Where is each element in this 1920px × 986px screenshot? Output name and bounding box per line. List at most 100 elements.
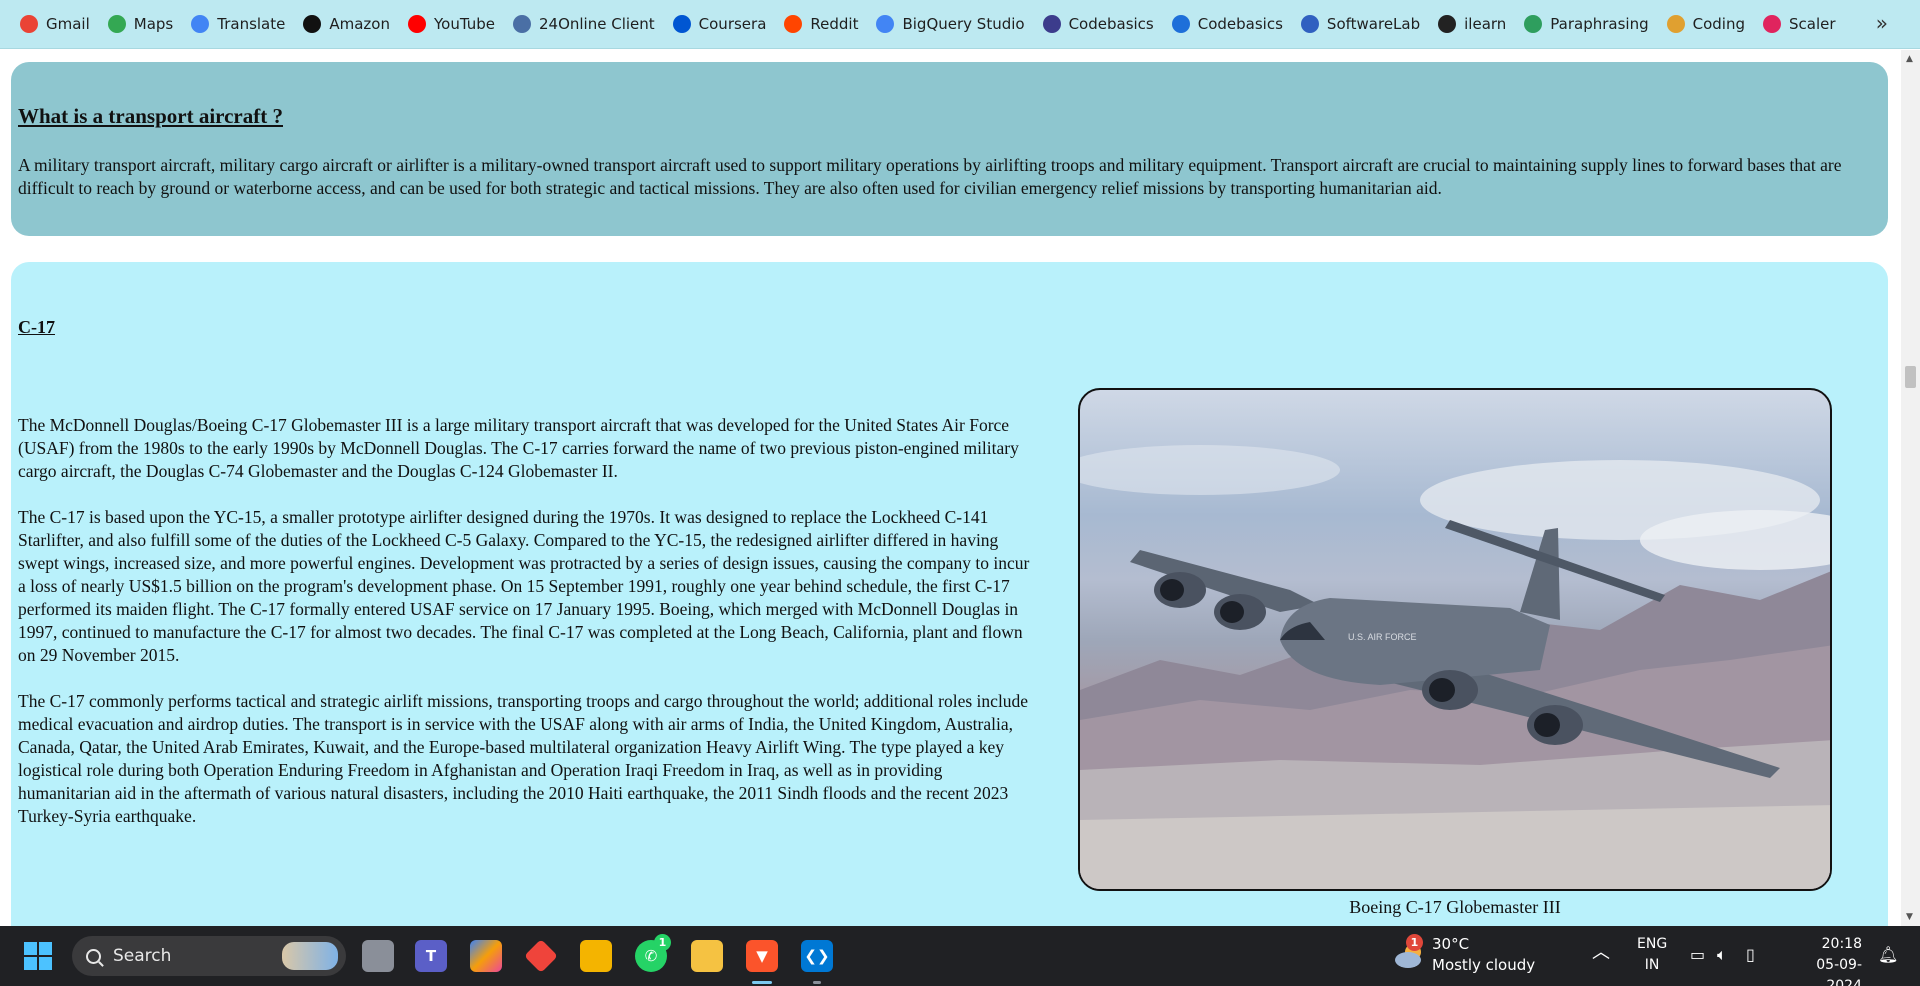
rocket-icon (1042, 15, 1061, 33)
bookmark-label: BigQuery Studio (902, 15, 1025, 33)
language-code: ENG (1637, 936, 1668, 952)
bookmark-label: SoftwareLab (1326, 15, 1421, 33)
battery-icon[interactable]: ▯ (1746, 944, 1755, 965)
bookmark-item[interactable]: 24Online Client (505, 8, 663, 40)
24online-icon (512, 15, 531, 33)
bookmark-label: Codebasics (1197, 15, 1283, 33)
bookmark-label: Scaler (1789, 15, 1836, 33)
language-region: IN (1644, 957, 1660, 973)
bookmark-item[interactable]: Reddit (776, 8, 866, 40)
bookmark-item[interactable]: Amazon (295, 8, 398, 40)
gmail-icon (20, 15, 38, 33)
bookmark-item[interactable]: Coursera (665, 8, 775, 40)
weather-temperature: 30°C (1432, 935, 1470, 953)
reddit-icon (784, 15, 803, 33)
bookmark-item[interactable]: ilearn (1430, 8, 1514, 40)
bookmark-label: YouTube (433, 15, 495, 33)
notification-bell-icon[interactable]: 🔔︎ (1878, 944, 1898, 965)
bookmark-item[interactable]: Codebasics (1164, 8, 1291, 40)
intro-heading: What is a transport aircraft ? (18, 104, 283, 128)
bookmark-label: Maps (133, 15, 174, 33)
open-app-indicator (813, 981, 821, 984)
bookmark-label: Translate (217, 15, 286, 33)
windows-start-icon[interactable] (24, 942, 52, 970)
aircraft-photo: U.S. AIR FORCE (1078, 388, 1832, 891)
file-explorer-icon[interactable] (691, 940, 723, 972)
network-icon[interactable]: ▭ (1690, 944, 1705, 965)
codebasics-icon (1171, 15, 1190, 33)
page-scrollbar[interactable]: ▲ ▼ (1901, 50, 1920, 926)
softwarelab-icon (1300, 15, 1319, 33)
bookmark-item[interactable]: Maps (100, 8, 181, 40)
maps-pin-icon (107, 15, 126, 33)
bookmark-item[interactable]: Gmail (12, 8, 98, 40)
scrollbar-thumb[interactable] (1905, 366, 1916, 388)
bookmark-label: Reddit (810, 15, 859, 33)
scroll-up-arrow-icon[interactable]: ▲ (1906, 54, 1913, 64)
bookmark-item[interactable]: YouTube (400, 8, 503, 40)
image-caption: Boeing C-17 Globemaster III (1349, 897, 1561, 917)
bookmark-item[interactable]: SoftwareLab (1293, 8, 1428, 40)
vscode-icon[interactable]: ❮❯ (801, 940, 833, 972)
bookmark-item[interactable]: Coding (1659, 8, 1753, 40)
taskbar-search-box[interactable]: Search (72, 936, 346, 976)
bookmark-label: 24Online Client (538, 15, 655, 33)
aircraft-paragraph-3: The C-17 commonly performs tactical and … (18, 691, 1029, 826)
translate-icon (191, 15, 210, 33)
whatsapp-badge: 1 (654, 934, 671, 951)
aircraft-heading: C-17 (18, 317, 55, 337)
coding-icon (1666, 15, 1685, 33)
bookmark-label: Amazon (329, 15, 390, 33)
active-app-indicator (752, 981, 772, 984)
scroll-down-arrow-icon[interactable]: ▼ (1906, 912, 1913, 922)
bookmark-label: ilearn (1464, 15, 1507, 33)
bookmark-label: Gmail (46, 15, 90, 33)
youtube-icon (407, 15, 426, 33)
bookmarks-bar: Gmail Maps Translate Amazon YouTube 24Online … (0, 0, 1920, 49)
weather-badge: 1 (1406, 934, 1423, 951)
clock-date: 05-09-2024 (1816, 957, 1862, 986)
bookmark-item[interactable]: Translate (183, 8, 293, 40)
search-highlight-icon (282, 942, 338, 970)
scaler-icon (1763, 15, 1781, 33)
volume-icon[interactable]: 🔈︎ (1717, 944, 1727, 965)
web-page: What is a transport aircraft ? A militar… (0, 50, 1901, 926)
fuselage-marking: U.S. AIR FORCE (1348, 632, 1417, 642)
weather-description: Mostly cloudy (1432, 956, 1536, 974)
aircraft-paragraph-1: The McDonnell Douglas/Boeing C-17 Globem… (18, 415, 1019, 481)
bookmark-label: Codebasics (1068, 15, 1154, 33)
search-icon (86, 948, 101, 964)
coursera-icon (672, 15, 691, 33)
amazon-icon (303, 15, 322, 33)
hidden-icons-chevron-icon[interactable]: ︿ (1592, 942, 1610, 963)
brave-browser-icon[interactable]: ▼ (746, 940, 778, 972)
anydesk-icon[interactable] (524, 939, 558, 973)
weather-widget[interactable]: 30°C Mostly cloudy (1432, 934, 1535, 976)
bookmark-label: Coding (1692, 15, 1745, 33)
aircraft-figure: U.S. AIR FORCE Boeing C-17 Globemaster I… (1078, 388, 1832, 918)
microsoft-store-icon[interactable] (580, 940, 612, 972)
aircraft-description: The McDonnell Douglas/Boeing C-17 Globem… (18, 414, 1034, 851)
clock[interactable]: 20:18 05-09-2024 (1786, 934, 1862, 986)
bookmark-label: Coursera (698, 15, 767, 33)
taskbar-search-label: Search (113, 946, 172, 966)
windows-taskbar: Search T ✆ 1 ▼ ❮❯ 1 30°C Mostly cloudy ︿… (0, 926, 1920, 986)
clock-time: 20:18 (1821, 936, 1862, 952)
bookmark-item[interactable]: Paraphrasing (1516, 8, 1656, 40)
globe-icon (1438, 15, 1457, 33)
bookmark-item[interactable]: BigQuery Studio (868, 8, 1032, 40)
bookmark-item[interactable]: Scaler (1755, 8, 1844, 40)
task-view-icon[interactable] (362, 940, 394, 972)
intro-card: What is a transport aircraft ? A militar… (11, 62, 1888, 236)
intro-paragraph: A military transport aircraft, military … (18, 155, 1842, 198)
c17-aircraft-illustration: U.S. AIR FORCE (1080, 445, 1830, 889)
language-indicator[interactable]: ENG IN (1637, 934, 1667, 976)
bookmarks-overflow-chevron-icon[interactable]: » (1876, 11, 1888, 35)
copilot-icon[interactable] (470, 940, 502, 972)
bigquery-icon (876, 15, 895, 33)
aircraft-paragraph-2: The C-17 is based upon the YC-15, a smal… (18, 507, 1030, 665)
aircraft-card: C-17 The McDonnell Douglas/Boeing C-17 G… (11, 262, 1888, 926)
bookmark-item[interactable]: Codebasics (1035, 8, 1162, 40)
bookmark-label: Paraphrasing (1550, 15, 1649, 33)
teams-icon[interactable]: T (415, 940, 447, 972)
